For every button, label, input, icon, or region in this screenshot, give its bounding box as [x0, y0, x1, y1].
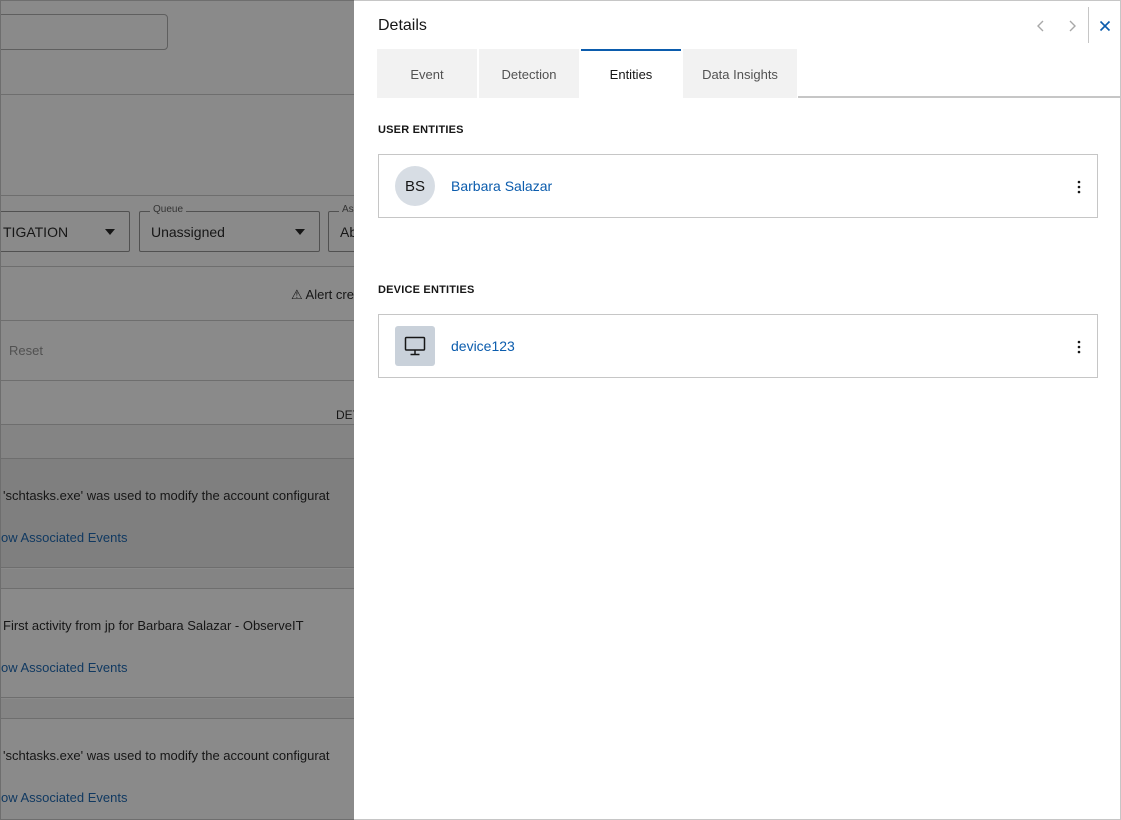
avatar: BS — [395, 166, 435, 206]
previous-button[interactable] — [1028, 13, 1054, 39]
overflow-menu-icon — [1077, 340, 1081, 354]
user-entities-heading: USER ENTITIES — [378, 124, 464, 136]
chevron-left-icon — [1037, 20, 1044, 32]
header-divider — [1088, 7, 1089, 43]
tab-list: Event Detection Entities Data Insights — [377, 49, 799, 98]
chevron-right-icon — [1069, 20, 1076, 32]
tab-detection[interactable]: Detection — [479, 49, 579, 98]
details-panel: Details Event Detection Entities Data In… — [354, 0, 1121, 820]
device-entity-card: device123 — [378, 314, 1098, 378]
device-entity-link[interactable]: device123 — [451, 338, 515, 354]
overflow-menu-icon — [1077, 180, 1081, 194]
tabs-baseline — [798, 96, 1121, 98]
device-entities-heading: DEVICE ENTITIES — [378, 284, 475, 296]
tab-data-insights[interactable]: Data Insights — [683, 49, 797, 98]
user-entity-card: BS Barbara Salazar — [378, 154, 1098, 218]
close-icon — [1099, 20, 1111, 32]
overflow-menu-button[interactable] — [1071, 177, 1087, 197]
user-entity-link[interactable]: Barbara Salazar — [451, 178, 552, 194]
tab-entities[interactable]: Entities — [581, 49, 681, 98]
close-button[interactable] — [1092, 13, 1118, 39]
monitor-icon — [395, 326, 435, 366]
panel-title: Details — [378, 17, 427, 34]
overflow-menu-button[interactable] — [1071, 337, 1087, 357]
next-button[interactable] — [1059, 13, 1085, 39]
tab-event[interactable]: Event — [377, 49, 477, 98]
